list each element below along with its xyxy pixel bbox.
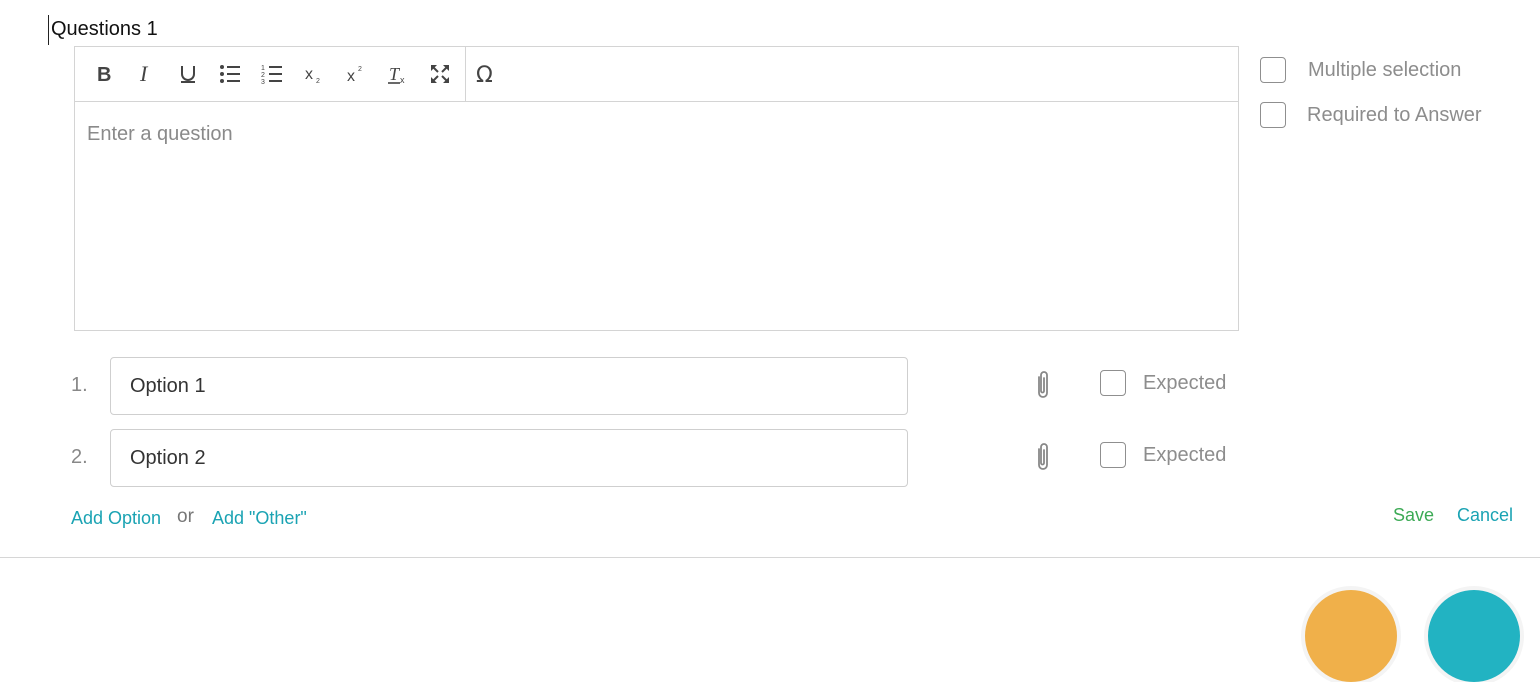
required-answer-option[interactable]: Required to Answer [1260,102,1482,128]
question-placeholder: Enter a question [87,123,233,145]
subscript-icon: x2 [305,66,320,85]
numbered-list-icon: 123 [261,65,282,85]
svg-text:2: 2 [261,72,265,79]
superscript-button[interactable]: x2 [335,54,377,94]
attach-button[interactable] [1031,441,1055,473]
underline-icon [181,66,195,83]
expected-label: Expected [1143,371,1227,394]
multiple-selection-option[interactable]: Multiple selection [1260,57,1461,83]
editor-toolbar: B I 123 x2 x2 Tx Ω [75,47,1238,102]
expected-option[interactable]: Expected [1100,370,1226,396]
add-option-link[interactable]: Add Option [71,508,161,529]
paperclip-icon [1038,371,1048,398]
expected-checkbox[interactable] [1100,442,1126,468]
numbered-list-button[interactable]: 123 [251,54,293,94]
save-button[interactable]: Save [1393,505,1434,526]
toolbar-formatting-group: B I 123 x2 x2 Tx [75,47,466,101]
expected-option[interactable]: Expected [1100,442,1226,468]
bold-icon: B [97,64,111,85]
omega-icon: Ω [476,63,493,86]
maximize-icon [431,65,449,83]
clear-format-button[interactable]: Tx [377,54,419,94]
bulleted-list-button[interactable] [209,54,251,94]
toolbar-insert-group: Ω [466,47,508,101]
add-other-link[interactable]: Add "Other" [212,508,307,529]
option-input[interactable]: Option 1 [110,357,908,415]
option-number: 1. [71,374,88,396]
question-title: Questions 1 [48,15,158,45]
option-number: 2. [71,446,88,468]
expected-checkbox[interactable] [1100,370,1126,396]
svg-text:2: 2 [358,66,362,73]
or-separator: or [177,506,194,527]
svg-text:3: 3 [261,79,265,85]
maximize-button[interactable] [419,54,461,94]
bulleted-list-icon [220,65,240,83]
svg-text:x: x [400,75,405,85]
multiple-selection-label: Multiple selection [1308,58,1462,81]
italic-button[interactable]: I [125,54,167,94]
expected-label: Expected [1143,443,1227,466]
svg-text:2: 2 [316,78,320,85]
section-divider [0,557,1540,558]
required-answer-checkbox[interactable] [1260,102,1286,128]
svg-text:x: x [347,68,355,85]
clear-format-icon: Tx [388,64,405,85]
svg-text:1: 1 [261,65,265,72]
required-answer-label: Required to Answer [1307,103,1482,126]
subscript-button[interactable]: x2 [293,54,335,94]
superscript-icon: x2 [347,66,362,85]
italic-icon: I [139,63,149,85]
svg-text:I: I [139,63,149,85]
cancel-button[interactable]: Cancel [1457,505,1513,526]
underline-button[interactable] [167,54,209,94]
question-input[interactable]: Enter a question [75,102,1238,166]
special-char-button[interactable]: Ω [466,54,508,94]
bold-button[interactable]: B [83,54,125,94]
svg-text:B: B [97,64,111,85]
svg-text:x: x [305,66,313,83]
option-input[interactable]: Option 2 [110,429,908,487]
question-editor[interactable]: B I 123 x2 x2 Tx Ω Enter a question [74,46,1239,331]
svg-text:Ω: Ω [476,63,493,86]
paperclip-icon [1038,443,1048,470]
multiple-selection-checkbox[interactable] [1260,57,1286,83]
attach-button[interactable] [1031,369,1055,401]
